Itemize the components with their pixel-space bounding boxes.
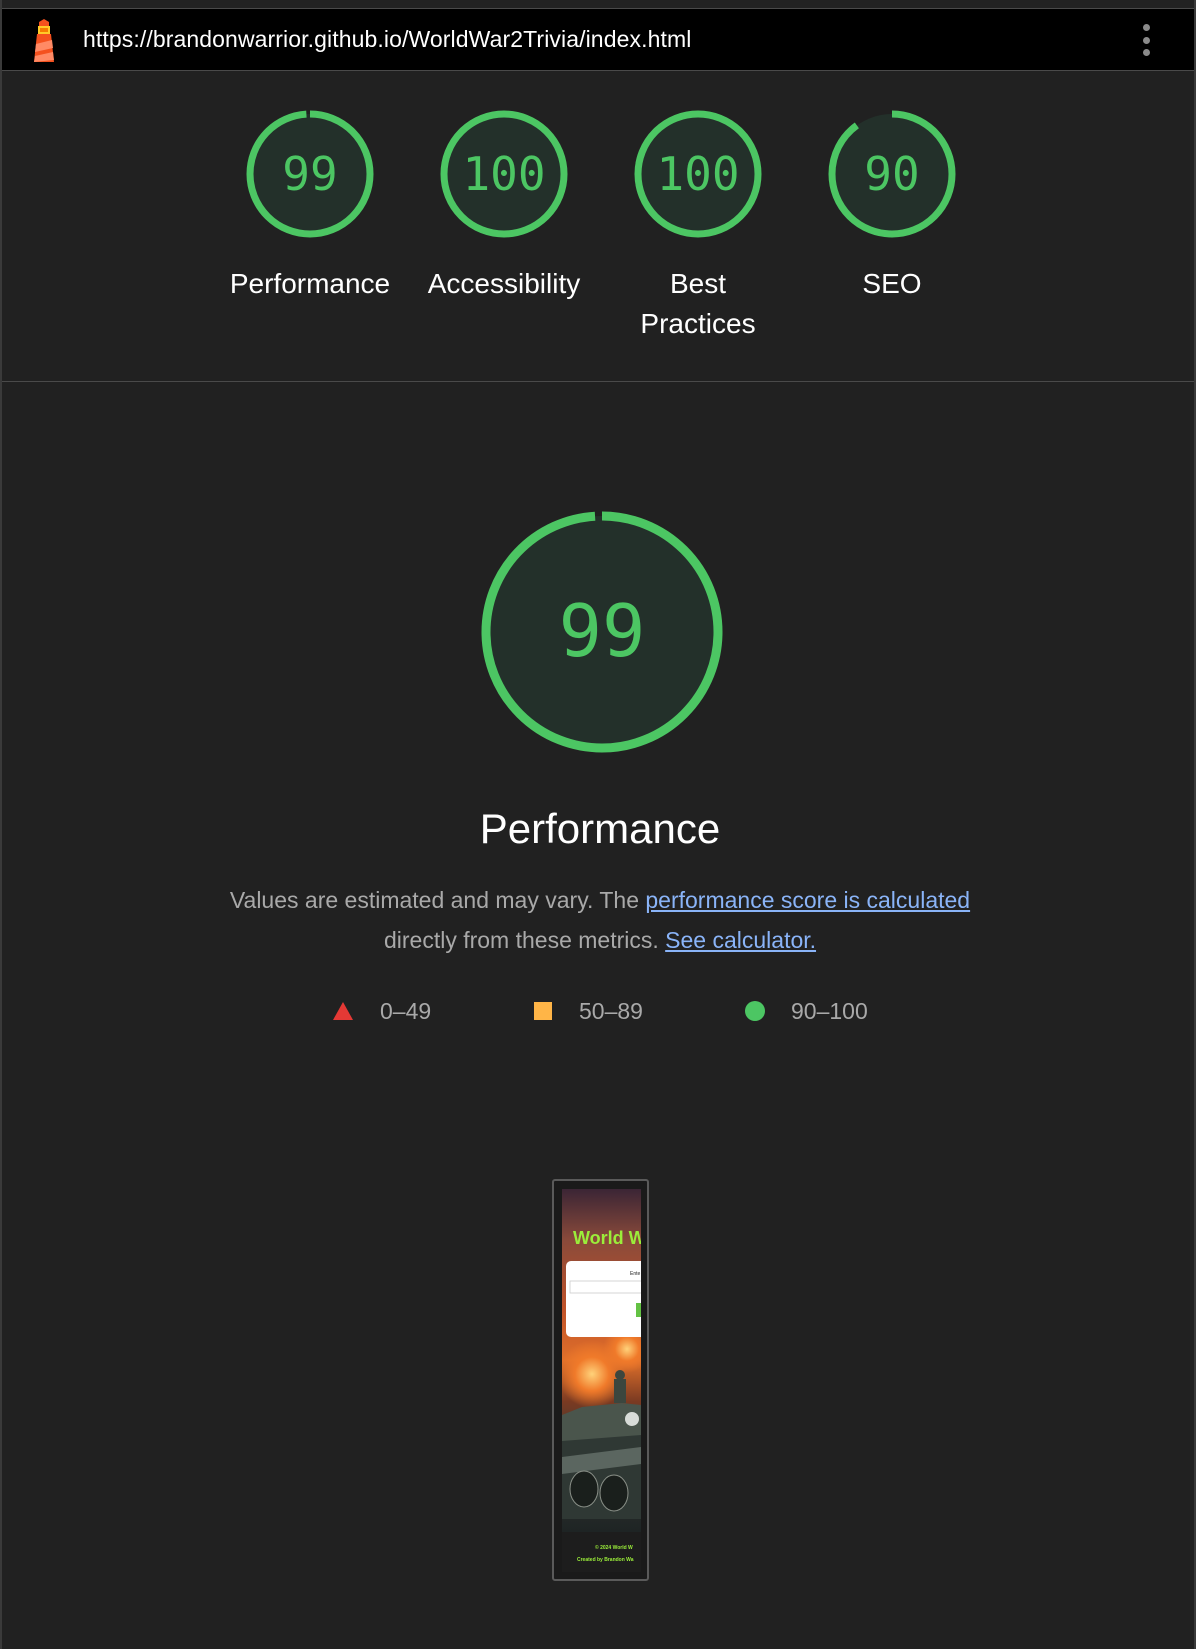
gauge-score: 99	[282, 147, 337, 201]
section-title: Performance	[479, 805, 721, 852]
performance-score: 99	[559, 589, 646, 673]
gauge-score: 100	[656, 147, 739, 201]
performance-score-gauge: 99	[481, 511, 723, 753]
gauge-seo[interactable]: 90 SEO	[802, 110, 982, 304]
category-gauges: 99 Performance 100 Accessibility 100 Bes…	[2, 72, 1194, 382]
screenshot-footer-line1: © 2024 World W	[595, 1544, 633, 1551]
gauge-performance[interactable]: 99 Performance	[220, 110, 400, 304]
gauge-label: SEO	[862, 268, 922, 299]
report-url-bar: https://brandonwarrior.github.io/WorldWa…	[2, 9, 1194, 71]
circle-icon	[745, 1001, 765, 1021]
score-calculated-link[interactable]: performance score is calculated	[645, 887, 970, 913]
see-calculator-link[interactable]: See calculator.	[665, 927, 816, 953]
legend-range: 90–100	[791, 997, 868, 1024]
gauge-ring: 100	[634, 110, 762, 238]
gauge-label: Accessibility	[427, 268, 581, 299]
performance-description: Values are estimated and may vary. The p…	[2, 880, 1196, 960]
more-vertical-icon[interactable]	[1136, 22, 1156, 58]
page-screenshot: World W Ente © 2024 World W Created by B…	[562, 1189, 641, 1572]
gauge-accessibility[interactable]: 100 Accessibility	[414, 110, 594, 304]
gauge-best-practices[interactable]: 100 Best Practices	[608, 110, 788, 344]
legend-range: 50–89	[579, 997, 643, 1024]
lighthouse-report: https://brandonwarrior.github.io/WorldWa…	[0, 0, 1196, 1649]
gauge-ring: 99	[246, 110, 374, 238]
report-url: https://brandonwarrior.github.io/WorldWa…	[83, 26, 692, 52]
legend-fail: 0–49	[332, 997, 431, 1025]
lighthouse-icon	[34, 19, 54, 62]
gauge-ring: 100	[440, 110, 568, 238]
gauge-label: Best Practices	[640, 268, 756, 339]
description-text-2: directly from these metrics.	[383, 927, 666, 953]
description-text: Values are estimated and may vary. The	[229, 887, 646, 913]
square-icon	[534, 1002, 552, 1020]
gauge-score: 90	[864, 147, 919, 201]
legend-range: 0–49	[380, 997, 432, 1024]
legend-pass: 90–100	[745, 997, 868, 1025]
screenshot-footer-line2: Created by Brandon Wa	[577, 1557, 634, 1563]
final-screenshot-thumbnail[interactable]: World W Ente © 2024 World W Created by B…	[552, 1179, 649, 1581]
screenshot-site-title: World W	[573, 1228, 641, 1248]
gauge-score: 100	[462, 147, 545, 201]
window-top-edge	[2, 0, 1194, 9]
screenshot-form-heading: Ente	[630, 1271, 641, 1277]
legend-average: 50–89	[533, 997, 643, 1025]
gauge-label: Performance	[229, 268, 391, 299]
triangle-icon	[333, 1002, 353, 1020]
screenshot-image: World W Ente © 2024 World W Created by B…	[562, 1189, 641, 1572]
gauge-ring: 90	[828, 110, 956, 238]
